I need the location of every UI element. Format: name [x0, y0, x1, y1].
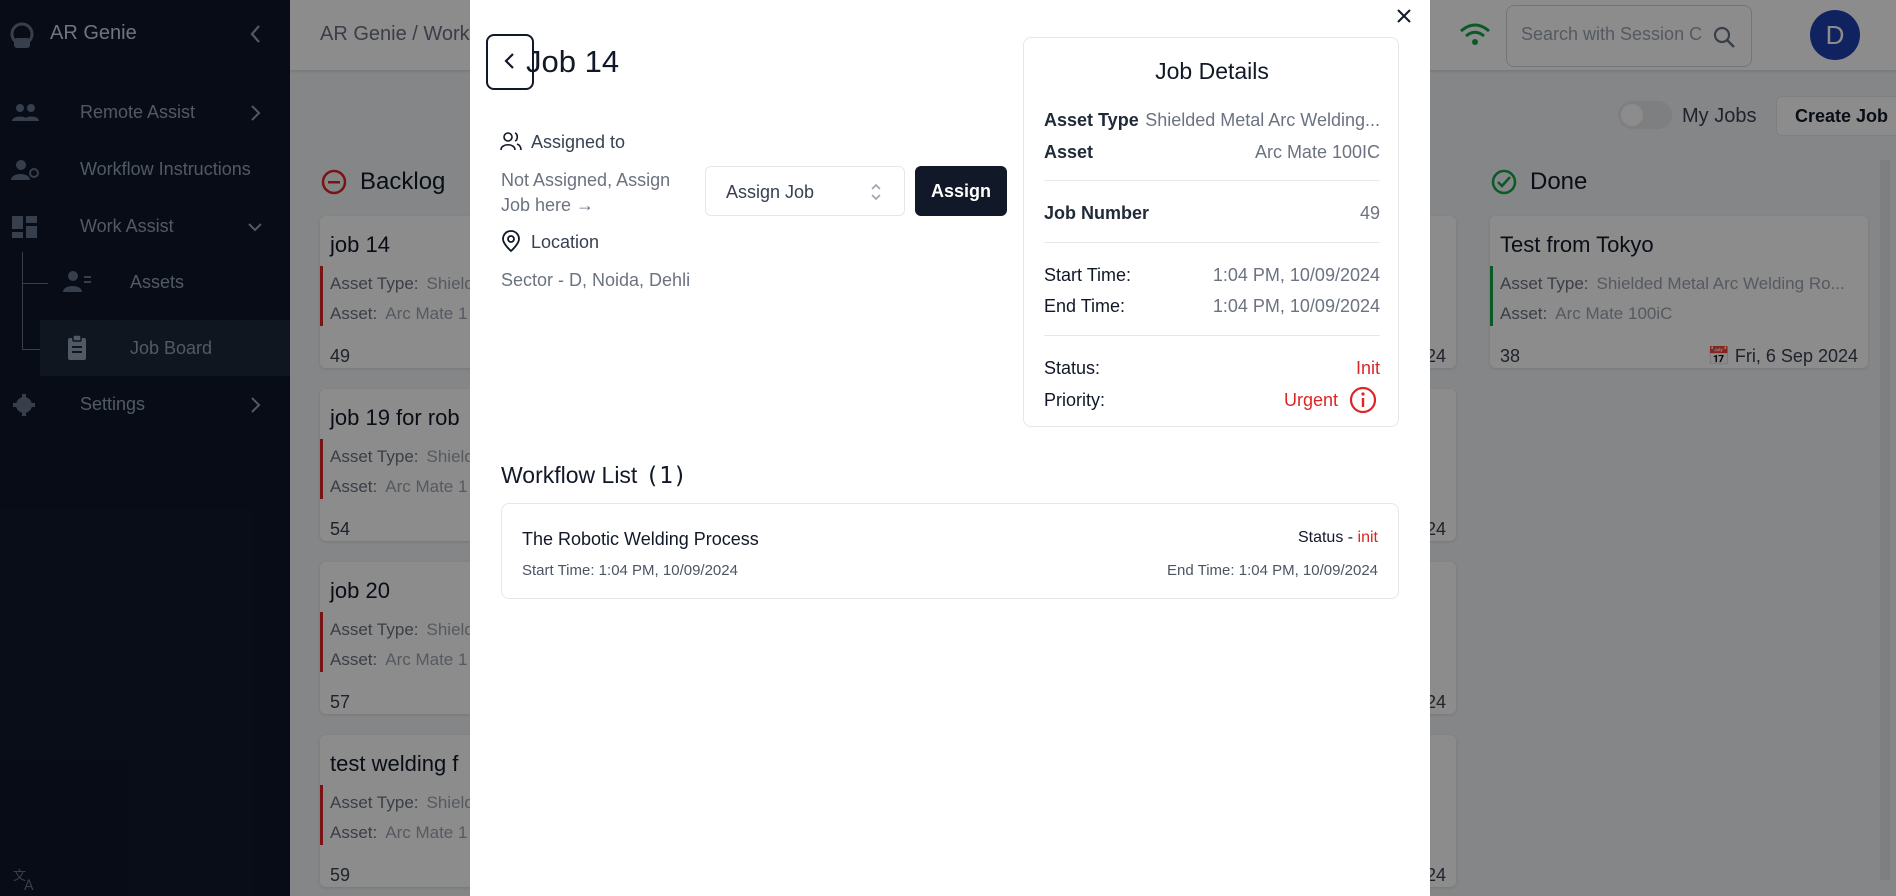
workflow-count: (1)	[645, 463, 687, 489]
divider	[1044, 242, 1380, 243]
priority-value: Urgent	[1284, 385, 1378, 415]
close-modal-button[interactable]	[1392, 4, 1416, 28]
chevron-up-down-icon	[871, 183, 881, 201]
location-value: Sector - D, Noida, Dehli	[501, 270, 691, 290]
close-icon	[1397, 9, 1411, 23]
workflow-name: The Robotic Welding Process	[522, 529, 759, 549]
workflow-list-title: Workflow List (1)	[501, 462, 687, 489]
assign-select-value: Assign Job	[726, 182, 815, 202]
not-assigned-text: Not Assigned, Assign Job here →	[501, 170, 671, 215]
assign-job-select[interactable]: Assign Job	[705, 166, 905, 216]
location-label: Location	[531, 232, 600, 252]
job-details-panel: Job Details Asset Type Shielded Metal Ar…	[1023, 37, 1399, 427]
info-icon[interactable]	[1348, 385, 1378, 415]
workflow-end-time: End Time: 1:04 PM, 10/09/2024	[1167, 562, 1378, 579]
users-icon	[500, 132, 522, 151]
job-detail-modal: Job 14 Assigned to Not Assigned, Assign …	[470, 0, 1430, 896]
workflow-status: Status - init	[1297, 529, 1378, 546]
chevron-left-icon	[504, 52, 514, 69]
divider	[1044, 180, 1380, 181]
workflow-start-time: Start Time: 1:04 PM, 10/09/2024	[522, 562, 738, 579]
location-pin-icon	[502, 230, 520, 253]
assign-button[interactable]: Assign	[915, 166, 1007, 216]
divider	[1044, 335, 1380, 336]
job-details-title: Job Details	[1155, 58, 1269, 84]
job-title: Job 14	[526, 44, 620, 79]
assigned-to-label: Assigned to	[531, 132, 626, 152]
workflow-item[interactable]: The Robotic Welding Process Status - ini…	[501, 503, 1399, 599]
